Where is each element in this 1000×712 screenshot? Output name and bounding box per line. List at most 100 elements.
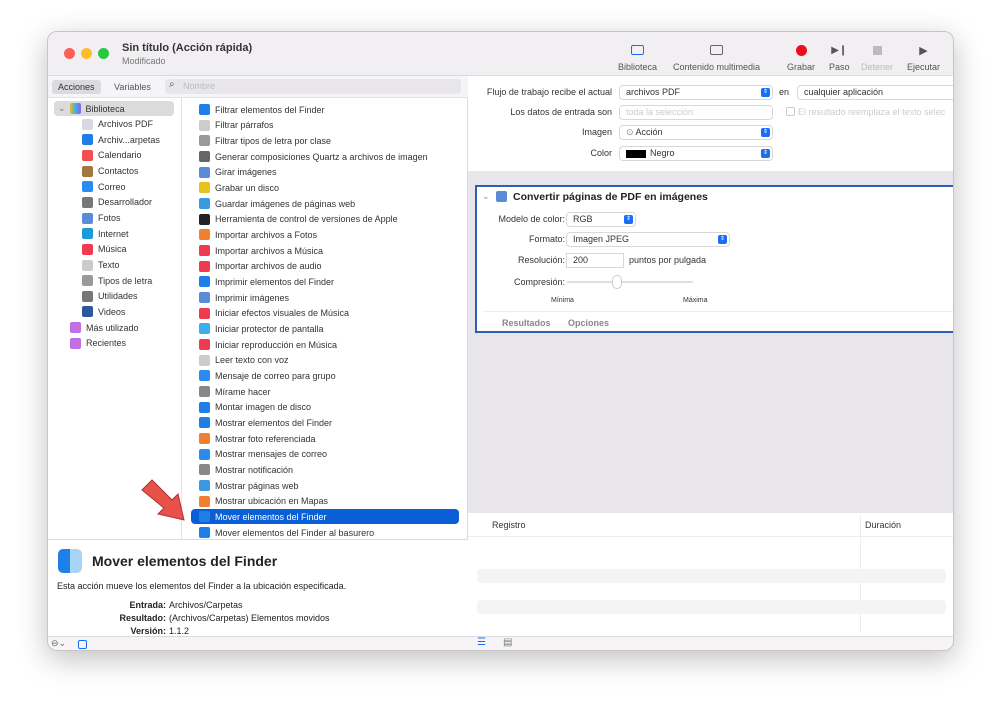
action-item[interactable]: Iniciar reproducción en Música (191, 337, 459, 352)
chevron-down-icon[interactable]: ⌄ (482, 191, 490, 202)
action-label: Iniciar reproducción en Música (215, 339, 338, 350)
play-icon: ▶ (919, 44, 928, 57)
action-item[interactable]: Imprimir elementos del Finder (191, 274, 459, 289)
split-view-icon[interactable]: ▤ (503, 637, 512, 648)
slider-knob[interactable] (613, 276, 622, 288)
action-icon (199, 104, 210, 115)
modelo-popup[interactable]: RGB ⇕ (567, 213, 635, 226)
action-label: Filtrar elementos del Finder (215, 104, 325, 115)
column-registro[interactable]: Registro (492, 520, 526, 530)
resolucion-input[interactable]: 200 (567, 254, 623, 267)
description-toggle-icon[interactable] (78, 640, 87, 649)
datos-popup: toda la selección (620, 106, 772, 119)
media-button[interactable]: Contenido multimedia (673, 41, 760, 72)
action-item[interactable]: Leer texto con voz (191, 353, 459, 368)
action-item[interactable]: Mostrar foto referenciada (191, 431, 459, 446)
action-item[interactable]: Montar imagen de disco (191, 400, 459, 415)
action-item[interactable]: Importar archivos de audio (191, 259, 459, 274)
record-label: Grabar (787, 62, 816, 72)
library-item[interactable]: Calendario (82, 148, 142, 163)
smart-folder-item[interactable]: Recientes (70, 336, 126, 351)
tab-variables[interactable]: Variables (108, 80, 157, 94)
compresion-slider[interactable] (567, 276, 693, 288)
action-item[interactable]: Mostrar páginas web (191, 478, 459, 493)
action-item[interactable]: Mostrar notificación (191, 462, 459, 477)
library-item-label: Correo (98, 181, 126, 192)
smart-folder-item[interactable]: Más utilizado (70, 320, 139, 335)
app-value: cualquier aplicación (804, 87, 884, 97)
action-item[interactable]: Grabar un disco (191, 180, 459, 195)
action-item[interactable]: Filtrar párrafos (191, 118, 459, 133)
record-button[interactable]: Grabar (787, 41, 815, 72)
action-item[interactable]: Importar archivos a Música (191, 243, 459, 258)
library-item[interactable]: Archiv...arpetas (82, 132, 160, 147)
imagen-popup[interactable]: ⊙ Acción ⇕ (620, 126, 772, 139)
action-item[interactable]: Mírame hacer (191, 384, 459, 399)
action-label: Mover elementos del Finder (215, 511, 327, 522)
library-item[interactable]: Texto (82, 258, 120, 273)
action-item[interactable]: Mostrar elementos del Finder (191, 415, 459, 430)
library-item[interactable]: Tipos de letra (82, 273, 152, 288)
workflow-area: ⌄ Convertir páginas de PDF en imágenes M… (468, 171, 953, 513)
zoom-button[interactable] (98, 48, 109, 59)
run-label: Ejecutar (907, 62, 941, 72)
library-item[interactable]: Desarrollador (82, 195, 152, 210)
column-duracion[interactable]: Duración (865, 520, 901, 530)
library-item[interactable]: Contactos (82, 164, 139, 179)
action-label: Iniciar protector de pantalla (215, 323, 324, 334)
action-item[interactable]: Importar archivos a Fotos (191, 227, 459, 242)
list-view-icon[interactable]: ☰ (477, 637, 486, 648)
run-button[interactable]: ▶ Ejecutar (907, 41, 941, 73)
finder-icon (82, 134, 93, 146)
library-item[interactable]: Correo (82, 179, 126, 194)
updown-icon: ⇕ (624, 215, 633, 224)
action-item[interactable]: Imprimir imágenes (191, 290, 459, 305)
stop-button: Detener (861, 41, 893, 72)
log-table: Registro Duración (468, 513, 953, 636)
action-item[interactable]: Guardar imágenes de páginas web (191, 196, 459, 211)
app-popup[interactable]: cualquier aplicación (798, 86, 953, 99)
tab-opciones[interactable]: Opciones (568, 318, 609, 328)
action-icon (199, 135, 210, 147)
action-convert-pdf[interactable]: ⌄ Convertir páginas de PDF en imágenes M… (475, 185, 953, 333)
color-popup[interactable]: Negro ⇕ (620, 147, 772, 160)
action-label: Girar imágenes (215, 167, 277, 178)
action-item[interactable]: Mostrar mensajes de correo (191, 447, 459, 462)
contacts-icon (82, 165, 93, 177)
more-options-icon[interactable]: ⊖⌄ (51, 638, 66, 649)
library-item[interactable]: Archivos PDF (82, 117, 153, 132)
action-item[interactable]: Iniciar efectos visuales de Música (191, 306, 459, 321)
recibe-popup[interactable]: archivos PDF ⇕ (620, 86, 772, 99)
library-item[interactable]: Música (82, 242, 127, 257)
action-item[interactable]: Herramienta de control de versiones de A… (191, 212, 459, 227)
library-root[interactable]: ⌄ Biblioteca (54, 101, 174, 116)
tab-resultados[interactable]: Resultados (502, 318, 551, 328)
action-item[interactable]: Filtrar tipos de letra por clase (191, 133, 459, 148)
en-label: en (779, 87, 790, 97)
resolucion-unit: puntos por pulgada (629, 255, 707, 265)
formato-popup[interactable]: Imagen JPEG ⇕ (567, 233, 729, 246)
library-item[interactable]: Internet (82, 226, 129, 241)
action-label: Mostrar elementos del Finder (215, 417, 333, 428)
min-label: Mínima (551, 297, 574, 304)
action-item[interactable]: Girar imágenes (191, 165, 459, 180)
action-item[interactable]: Mostrar ubicación en Mapas (191, 494, 459, 509)
action-item[interactable]: Mensaje de correo para grupo (191, 368, 459, 383)
library-button[interactable]: Biblioteca (618, 41, 657, 72)
action-label: Importar archivos a Música (215, 245, 324, 256)
action-item[interactable]: Iniciar protector de pantalla (191, 321, 459, 336)
developer-icon (82, 196, 93, 208)
library-item[interactable]: Fotos (82, 211, 121, 226)
minimize-button[interactable] (81, 48, 92, 59)
library-item[interactable]: Utilidades (82, 289, 138, 304)
action-item[interactable]: Filtrar elementos del Finder (191, 102, 459, 117)
search-input[interactable]: ⌕ Nombre (165, 79, 461, 94)
action-item[interactable]: Mover elementos del Finder (191, 509, 459, 525)
action-item[interactable]: Mover elementos del Finder al basurero (191, 525, 459, 540)
library-item[interactable]: Videos (82, 304, 125, 319)
library-label: Biblioteca (618, 62, 658, 72)
step-button[interactable]: ▶❙ Paso (829, 41, 850, 73)
close-button[interactable] (64, 48, 75, 59)
tab-acciones[interactable]: Acciones (52, 80, 101, 94)
action-item[interactable]: Generar composiciones Quartz a archivos … (191, 149, 459, 164)
